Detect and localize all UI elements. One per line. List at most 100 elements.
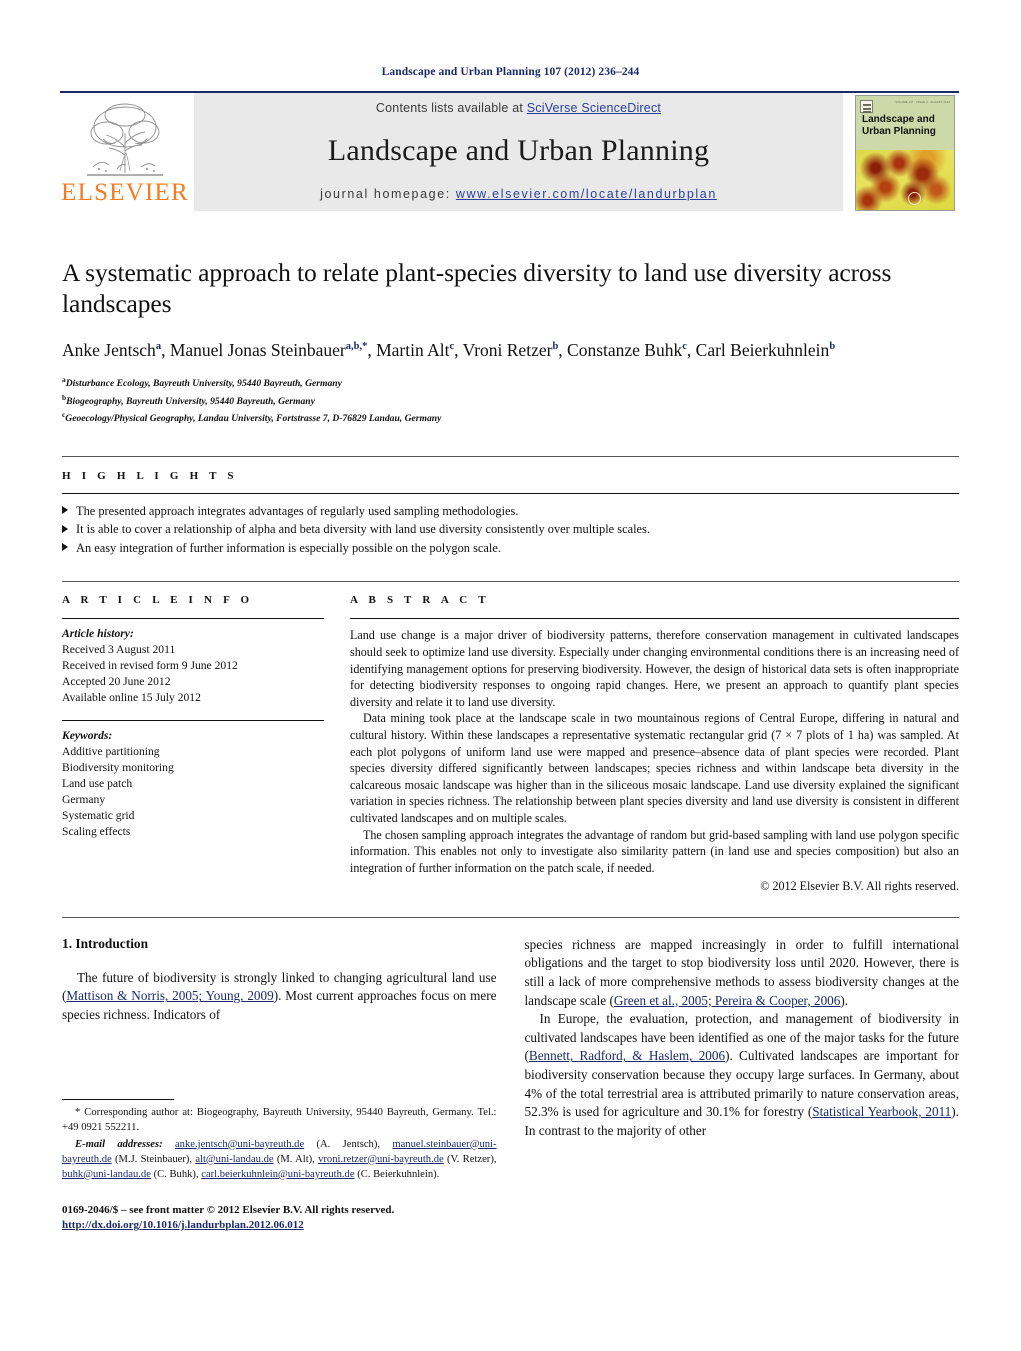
- journal-masthead: ELSEVIER Contents lists available at Sci…: [60, 91, 959, 211]
- corresponding-marker: *: [75, 1106, 81, 1118]
- author-entry: Carl Beierkuhnleinb: [696, 340, 836, 360]
- cover-volume-text: VOLUME 107 · ISSUE 3 · AUGUST 2012: [895, 101, 950, 104]
- doi-line: http://dx.doi.org/10.1016/j.landurbplan.…: [62, 1218, 497, 1234]
- running-head: Landscape and Urban Planning 107 (2012) …: [381, 66, 640, 78]
- body-paragraph: species richness are mapped increasingly…: [525, 936, 960, 1010]
- email-link[interactable]: carl.beierkuhnlein@uni-bayreuth.de: [201, 1169, 354, 1180]
- email-owner: (M. Alt),: [276, 1153, 315, 1165]
- corresponding-author-note: * Corresponding author at: Biogeography,…: [62, 1105, 497, 1135]
- affiliation-item: cGeoecology/Physical Geography, Landau U…: [62, 408, 959, 426]
- corresponding-text: Corresponding author at: Biogeography, B…: [62, 1106, 497, 1133]
- highlights-list: The presented approach integrates advant…: [62, 502, 959, 558]
- abstract-paragraph: The chosen sampling approach integrates …: [350, 827, 959, 875]
- affiliation-text: Biogeography, Bayreuth University, 95440…: [66, 395, 315, 407]
- keywords-heading: Keywords:: [62, 729, 113, 743]
- journal-homepage-link[interactable]: www.elsevier.com/locate/landurbplan: [456, 187, 717, 201]
- article-body: 1. Introduction The future of biodiversi…: [62, 916, 960, 1234]
- affiliation-list: aDisturbance Ecology, Bayreuth Universit…: [62, 373, 959, 426]
- email-owner: (M.J. Steinbauer),: [114, 1153, 193, 1165]
- journal-homepage-line: journal homepage: www.elsevier.com/locat…: [320, 187, 717, 201]
- list-item: It is able to cover a relationship of al…: [62, 520, 959, 539]
- author-name: Vroni Retzer: [462, 339, 553, 360]
- author-entry: Martin Altc,: [376, 340, 463, 360]
- author-name: Martin Alt: [376, 339, 450, 360]
- article-info-label: A R T I C L E I N F O: [62, 594, 254, 607]
- email-link[interactable]: buhk@uni-landau.de: [62, 1169, 151, 1180]
- keyword-item: Scaling effects: [62, 825, 131, 839]
- article-info-column: A R T I C L E I N F O Article history: R…: [62, 594, 324, 895]
- author-affil-marker: b: [829, 341, 836, 352]
- author-entry: Vroni Retzerb,: [463, 340, 567, 360]
- keyword-item: Systematic grid: [62, 809, 135, 823]
- contents-prefix: Contents lists available at: [375, 101, 527, 115]
- page-title: A systematic approach to relate plant-sp…: [62, 258, 892, 318]
- author-list: Anke Jentscha, Manuel Jonas Steinbauera,…: [62, 335, 959, 362]
- elsevier-tree-icon: [73, 99, 177, 181]
- triangle-bullet-icon: [62, 524, 68, 533]
- email-owner: (C. Buhk),: [153, 1168, 199, 1180]
- highlights-divider: [62, 492, 959, 494]
- keywords-group: Keywords: Additive partitioning Biodiver…: [62, 728, 324, 840]
- journal-cover-thumbnail[interactable]: VOLUME 107 · ISSUE 3 · AUGUST 2012 Lands…: [855, 93, 959, 211]
- abstract-column: A B S T R A C T Land use change is a maj…: [350, 594, 959, 895]
- body-paragraph: The future of biodiversity is strongly l…: [62, 969, 497, 1025]
- history-revised: Received in revised form 9 June 2012: [62, 659, 238, 673]
- abstract-divider: [350, 618, 959, 620]
- journal-title: Landscape and Urban Planning: [327, 134, 710, 167]
- contents-lists-line: Contents lists available at SciVerse Sci…: [376, 101, 661, 115]
- cover-title-line-2: Urban Planning: [862, 126, 936, 137]
- body-paragraph: In Europe, the evaluation, protection, a…: [525, 1010, 960, 1140]
- keyword-item: Additive partitioning: [62, 745, 160, 759]
- paragraph-text: ).: [840, 992, 849, 1008]
- section-heading-introduction: 1. Introduction: [62, 935, 149, 951]
- doi-link[interactable]: http://dx.doi.org/10.1016/j.landurbplan.…: [62, 1219, 304, 1231]
- history-online: Available online 15 July 2012: [62, 691, 201, 705]
- author-entry: Anke Jentscha,: [62, 340, 170, 360]
- email-owner: (V. Retzer),: [446, 1153, 497, 1165]
- triangle-bullet-icon: [62, 543, 68, 552]
- author-name: Constanze Buhk: [567, 339, 683, 360]
- email-owner: (A. Jentsch),: [316, 1138, 381, 1150]
- article-info-divider: [62, 618, 324, 620]
- elsevier-logo: ELSEVIER: [60, 93, 190, 211]
- author-sep: ,: [161, 339, 170, 360]
- author-name: Anke Jentsch: [62, 339, 156, 360]
- abstract-paragraph: Land use change is a major driver of bio…: [350, 628, 959, 709]
- list-item: An easy integration of further informati…: [62, 539, 959, 558]
- author-name: Manuel Jonas Steinbauer: [169, 339, 346, 360]
- citation-link[interactable]: Green et al., 2005; Pereira & Cooper, 20…: [614, 993, 841, 1008]
- author-sep: ,: [558, 339, 568, 360]
- article-page: Landscape and Urban Planning 107 (2012) …: [0, 0, 1021, 1351]
- affiliation-text: Geoecology/Physical Geography, Landau Un…: [65, 413, 442, 425]
- affiliation-item: bBiogeography, Bayreuth University, 9544…: [62, 391, 959, 409]
- author-sep: ,: [454, 339, 463, 360]
- article-history-group: Article history: Received 3 August 2011 …: [62, 626, 324, 706]
- issn-front-matter: 0169-2046/$ – see front matter © 2012 El…: [62, 1203, 395, 1216]
- triangle-bullet-icon: [62, 506, 68, 515]
- citation-link[interactable]: Mattison & Norris, 2005; Young, 2009: [66, 988, 273, 1003]
- body-column-right: species richness are mapped increasingly…: [525, 936, 960, 1234]
- email-link[interactable]: alt@uni-landau.de: [195, 1154, 273, 1165]
- citation-link[interactable]: Statistical Yearbook, 2011: [812, 1104, 951, 1119]
- keyword-item: Germany: [62, 793, 106, 807]
- list-item: The presented approach integrates advant…: [62, 502, 959, 521]
- keyword-item: Land use patch: [62, 777, 133, 791]
- email-owner: (C. Beierkuhnlein).: [357, 1168, 440, 1180]
- elsevier-cover-badge-icon: [860, 100, 873, 113]
- title-block: A systematic approach to relate plant-sp…: [62, 257, 959, 426]
- author-entry: Constanze Buhkc,: [567, 340, 696, 360]
- author-name: Carl Beierkuhnlein: [695, 339, 830, 360]
- cover-artwork: [856, 150, 954, 210]
- email-link[interactable]: vroni.retzer@uni-bayreuth.de: [318, 1154, 444, 1165]
- citation-link[interactable]: Bennett, Radford, & Haslem, 2006: [529, 1048, 725, 1063]
- author-sep: ,: [686, 339, 696, 360]
- email-note: E-mail addresses: anke.jentsch@uni-bayre…: [62, 1137, 497, 1182]
- keyword-item: Biodiversity monitoring: [62, 761, 174, 775]
- history-accepted: Accepted 20 June 2012: [62, 675, 171, 689]
- abstract-body: Land use change is a major driver of bio…: [350, 627, 959, 895]
- affiliation-item: aDisturbance Ecology, Bayreuth Universit…: [62, 373, 959, 391]
- highlight-text: It is able to cover a relationship of al…: [76, 522, 650, 537]
- abstract-paragraph: Data mining took place at the landscape …: [350, 711, 959, 825]
- sciencedirect-link[interactable]: SciVerse ScienceDirect: [527, 101, 661, 115]
- email-link[interactable]: anke.jentsch@uni-bayreuth.de: [175, 1139, 304, 1150]
